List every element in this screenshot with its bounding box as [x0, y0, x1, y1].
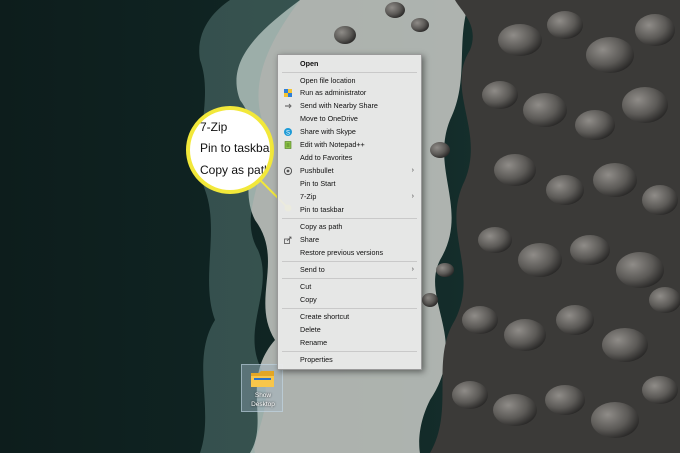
menu-label: Properties: [300, 355, 333, 364]
menu-item-send-with-nearby-share[interactable]: Send with Nearby Share: [278, 100, 421, 112]
skype-icon: S: [284, 128, 292, 136]
menu-separator: [282, 261, 417, 262]
menu-label: Copy as path: [300, 222, 343, 231]
menu-item-share[interactable]: Share: [278, 234, 421, 246]
chevron-right-icon: ›: [411, 266, 414, 273]
menu-item-open[interactable]: Open: [278, 58, 421, 70]
menu-label: Run as administrator: [300, 88, 367, 97]
menu-label: Add to Favorites: [300, 153, 353, 162]
menu-label: Move to OneDrive: [300, 114, 358, 123]
chevron-right-icon: ›: [411, 193, 414, 200]
uac-shield-icon: [284, 89, 292, 97]
menu-separator: [282, 278, 417, 279]
menu-label: Open file location: [300, 76, 356, 85]
menu-item-add-to-favorites[interactable]: Add to Favorites: [278, 152, 421, 164]
menu-label: Restore previous versions: [300, 248, 384, 257]
menu-label: Delete: [300, 325, 321, 334]
menu-item-pin-to-start[interactable]: Pin to Start: [278, 178, 421, 190]
menu-separator: [282, 72, 417, 73]
menu-item-restore-previous-versions[interactable]: Restore previous versions: [278, 247, 421, 259]
menu-label: Create shortcut: [300, 312, 350, 321]
menu-item-rename[interactable]: Rename: [278, 337, 421, 349]
menu-item-share-with-skype[interactable]: S Share with Skype: [278, 126, 421, 138]
menu-item-run-as-administrator[interactable]: Run as administrator: [278, 87, 421, 99]
callout-text-copy-as-path: Copy as path: [200, 163, 271, 177]
menu-label: Pin to Start: [300, 179, 336, 188]
menu-item-delete[interactable]: Delete: [278, 324, 421, 336]
menu-label: Pin to taskbar: [300, 205, 344, 214]
menu-label: Open: [300, 59, 319, 68]
shortcut-label-line1: Show: [254, 392, 272, 399]
share-icon: [284, 236, 292, 244]
menu-item-pin-to-taskbar[interactable]: Pin to taskbar: [278, 204, 421, 216]
pushbullet-icon: [284, 167, 292, 175]
show-desktop-shortcut[interactable]: Show Desktop: [241, 364, 283, 412]
callout-text-7zip: 7-Zip: [200, 120, 228, 134]
menu-item-properties[interactable]: Properties: [278, 354, 421, 366]
shortcut-label-line2: Desktop: [251, 401, 275, 408]
context-menu: Open Open file location Run as administr…: [277, 54, 422, 370]
zoom-callout: 7-Zip Pin to taskbar Copy as path: [186, 106, 274, 194]
menu-label: Cut: [300, 282, 312, 291]
menu-label: Edit with Notepad++: [300, 140, 365, 149]
menu-label: Share with Skype: [300, 127, 356, 136]
menu-item-cut[interactable]: Cut: [278, 281, 421, 293]
menu-label: Send to: [300, 265, 325, 274]
menu-separator: [282, 218, 417, 219]
menu-item-pushbullet[interactable]: Pushbullet ›: [278, 165, 421, 177]
folder-icon: [251, 371, 274, 387]
menu-label: Send with Nearby Share: [300, 101, 378, 110]
menu-label: Pushbullet: [300, 166, 334, 175]
menu-item-copy[interactable]: Copy: [278, 294, 421, 306]
menu-separator: [282, 308, 417, 309]
notepad-plus-plus-icon: [284, 141, 292, 149]
menu-item-open-file-location[interactable]: Open file location: [278, 75, 421, 87]
menu-item-7zip[interactable]: 7-Zip ›: [278, 191, 421, 203]
menu-item-copy-as-path[interactable]: Copy as path: [278, 221, 421, 233]
menu-item-edit-with-notepad-plus-plus[interactable]: Edit with Notepad++: [278, 139, 421, 151]
menu-item-move-to-onedrive[interactable]: Move to OneDrive: [278, 113, 421, 125]
nearby-share-icon: [285, 103, 292, 109]
menu-item-create-shortcut[interactable]: Create shortcut: [278, 311, 421, 323]
menu-label: Rename: [300, 338, 328, 347]
menu-label: Copy: [300, 295, 317, 304]
chevron-right-icon: ›: [411, 167, 414, 174]
menu-item-send-to[interactable]: Send to ›: [278, 264, 421, 276]
callout-text-pin-to-taskbar: Pin to taskbar: [200, 141, 274, 155]
menu-label: Share: [300, 235, 320, 244]
menu-separator: [282, 351, 417, 352]
menu-label: 7-Zip: [300, 192, 317, 201]
svg-text:S: S: [286, 130, 290, 136]
